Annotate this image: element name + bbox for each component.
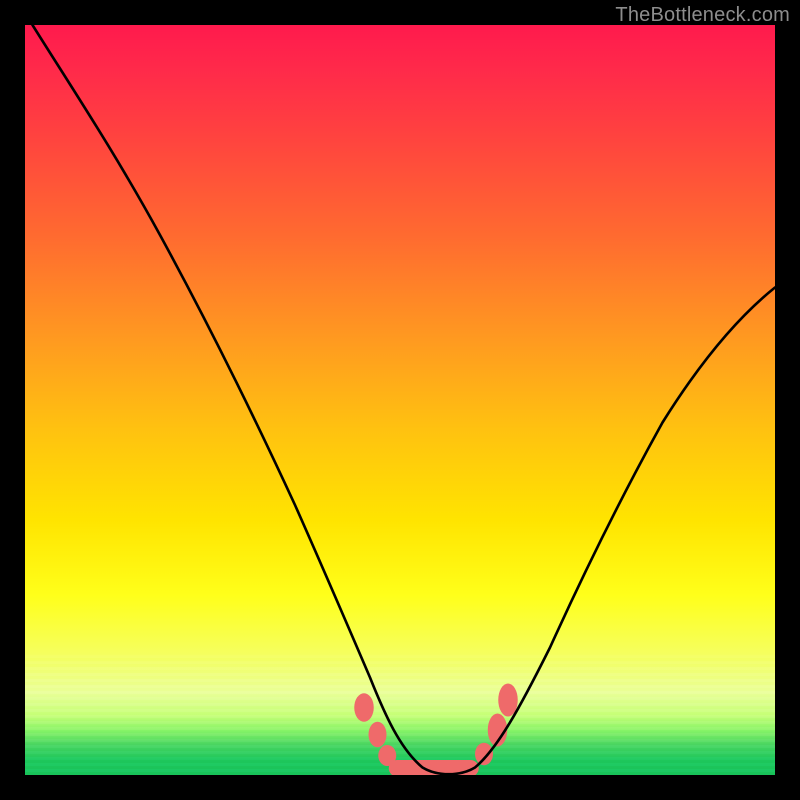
- plot-area: [25, 25, 775, 775]
- bottom-striping: [25, 655, 775, 775]
- bottleneck-curve: [33, 25, 776, 774]
- watermark-text: TheBottleneck.com: [615, 4, 790, 27]
- marker-cluster: [354, 684, 518, 776]
- chart-frame: TheBottleneck.com: [0, 0, 800, 800]
- curve-layer: [25, 25, 775, 775]
